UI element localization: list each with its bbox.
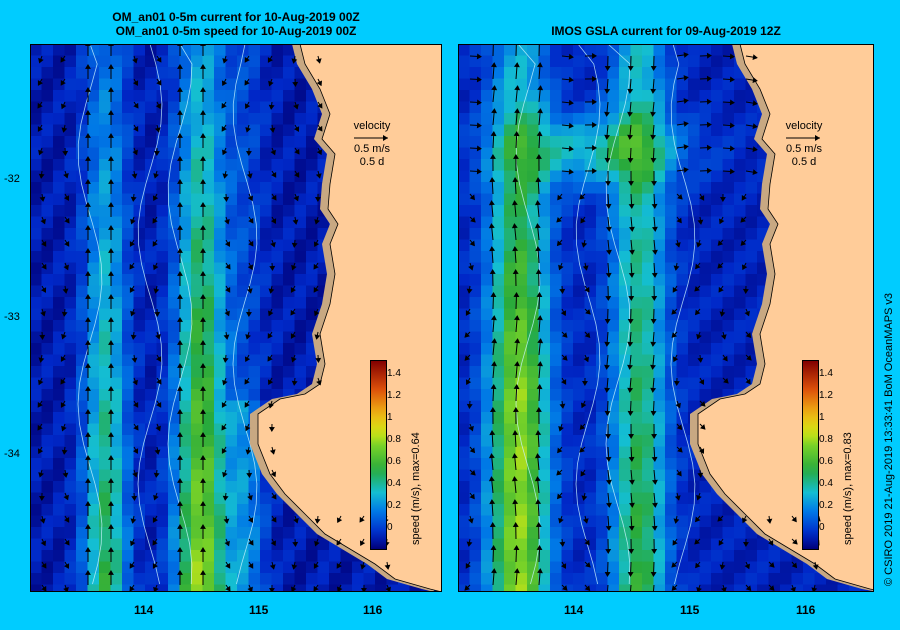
left-x-tick-1: 114	[134, 603, 154, 617]
velocity-legend-label: velocity	[785, 120, 823, 132]
colorbar-tick-3: 0.8	[819, 434, 833, 445]
left-title-line2: OM_an01 0-5m speed for 10-Aug-2019 00Z	[115, 24, 357, 38]
colorbar-tick-6: 0.2	[387, 500, 401, 511]
colorbar-tick-0: 1.4	[819, 368, 833, 379]
velocity-legend-speed: 0.5 m/s	[785, 143, 823, 155]
left-title: OM_an01 0-5m current for 10-Aug-2019 00Z…	[30, 10, 442, 38]
colorbar-tick-1: 1.2	[387, 390, 401, 401]
velocity-legend-label: velocity	[353, 120, 391, 132]
left-colorbar-label: speed (m/s), max=0.64	[410, 432, 422, 545]
right-title: IMOS GSLA current for 09-Aug-2019 12Z	[551, 24, 781, 38]
credit-text: © CSIRO 2019 21-Aug-2019 13:33:41 BoM Oc…	[883, 292, 895, 586]
velocity-legend-arrow-icon	[776, 133, 832, 143]
right-x-tick-3: 116	[796, 603, 816, 617]
left-colorbar	[370, 360, 387, 550]
left-x-tick-2: 115	[249, 603, 269, 617]
velocity-legend-arrow-icon	[344, 133, 400, 143]
colorbar-tick-7: 0	[819, 522, 825, 533]
colorbar-tick-4: 0.6	[387, 456, 401, 467]
left-title-line1: OM_an01 0-5m current for 10-Aug-2019 00Z	[112, 10, 360, 24]
y-tick-3: -34	[4, 448, 20, 460]
right-colorbar-label: speed (m/s), max=0.83	[842, 432, 854, 545]
colorbar-tick-2: 1	[819, 412, 825, 423]
colorbar-tick-6: 0.2	[819, 500, 833, 511]
left-velocity-legend: velocity 0.5 m/s 0.5 d	[344, 120, 400, 169]
velocity-legend-duration: 0.5 d	[791, 156, 817, 168]
colorbar-tick-5: 0.4	[387, 478, 401, 489]
velocity-legend-speed: 0.5 m/s	[353, 143, 391, 155]
right-x-tick-2: 115	[680, 603, 700, 617]
colorbar-tick-1: 1.2	[819, 390, 833, 401]
right-colorbar	[802, 360, 819, 550]
colorbar-tick-4: 0.6	[819, 456, 833, 467]
left-x-tick-3: 116	[363, 603, 383, 617]
colorbar-tick-3: 0.8	[387, 434, 401, 445]
right-x-tick-1: 114	[564, 603, 584, 617]
colorbar-tick-5: 0.4	[819, 478, 833, 489]
colorbar-tick-7: 0	[387, 522, 393, 533]
y-tick-1: -32	[4, 173, 20, 185]
right-velocity-legend: velocity 0.5 m/s 0.5 d	[776, 120, 832, 169]
colorbar-tick-2: 1	[387, 412, 393, 423]
colorbar-tick-0: 1.4	[387, 368, 401, 379]
y-tick-2: -33	[4, 311, 20, 323]
velocity-legend-duration: 0.5 d	[359, 156, 385, 168]
